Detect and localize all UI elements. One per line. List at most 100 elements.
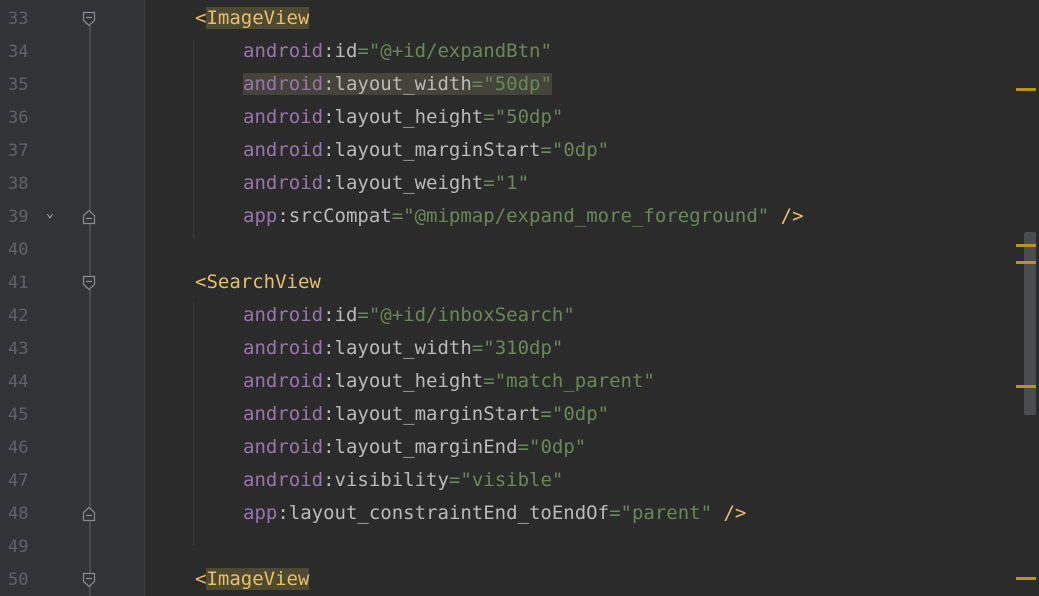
line-number: 40 bbox=[8, 240, 29, 260]
code-line[interactable]: 43 android:layout_width="310dp" bbox=[0, 332, 1039, 365]
code-text[interactable]: android:layout_width="50dp" bbox=[243, 72, 552, 97]
code-text[interactable]: <ImageView bbox=[195, 567, 310, 592]
line-number: 46 bbox=[8, 438, 29, 458]
code-token-ns: android bbox=[243, 403, 324, 425]
fold-close-icon[interactable] bbox=[82, 208, 96, 225]
code-text[interactable]: app:layout_constraintEnd_toEndOf="parent… bbox=[243, 501, 746, 526]
line-number: 50 bbox=[8, 570, 29, 590]
code-line[interactable]: 33 <ImageView bbox=[0, 2, 1039, 35]
fold-close-icon[interactable] bbox=[82, 505, 96, 522]
code-text[interactable]: android:layout_height="50dp" bbox=[243, 105, 563, 130]
line-number: 34 bbox=[8, 42, 29, 62]
code-token-val: "@+id/expandBtn" bbox=[368, 40, 552, 62]
code-token-eq: = bbox=[483, 106, 495, 128]
code-text[interactable]: android:visibility="visible" bbox=[243, 468, 563, 493]
code-token-attr: :id bbox=[323, 304, 358, 326]
code-text[interactable]: <ImageView bbox=[195, 6, 310, 31]
code-token-tag: SearchView bbox=[206, 271, 321, 293]
code-token-eq: = bbox=[357, 304, 369, 326]
code-token-val: "0dp" bbox=[551, 139, 610, 161]
chevron-down-icon[interactable]: ⌄ bbox=[46, 206, 54, 221]
code-text[interactable]: app:srcCompat="@mipmap/expand_more_foreg… bbox=[243, 204, 804, 229]
code-text[interactable]: android:layout_height="match_parent" bbox=[243, 369, 655, 394]
code-token-tag: ImageView bbox=[206, 568, 310, 590]
code-line[interactable]: 34 android:id="@+id/expandBtn" bbox=[0, 35, 1039, 68]
code-line[interactable]: 41 <SearchView bbox=[0, 266, 1039, 299]
code-text[interactable]: android:layout_width="310dp" bbox=[243, 336, 563, 361]
code-editor[interactable]: 33 <ImageView 34 android:id="@+id/expandBtn… bbox=[0, 0, 1039, 596]
error-stripe-marker[interactable] bbox=[1016, 88, 1036, 91]
line-number: 43 bbox=[8, 339, 29, 359]
code-line[interactable]: 48 app:layout_constraintEnd_toEndOf="pare… bbox=[0, 497, 1039, 530]
code-token-eq: = bbox=[391, 205, 404, 227]
code-token-attr: :layout_width bbox=[323, 337, 472, 359]
code-text[interactable]: android:id="@+id/inboxSearch" bbox=[243, 303, 575, 328]
code-text[interactable]: android:layout_marginStart="0dp" bbox=[243, 402, 609, 427]
code-token-ns: app bbox=[243, 502, 278, 524]
code-line[interactable]: 42 android:id="@+id/inboxSearch" bbox=[0, 299, 1039, 332]
code-token-ns: android bbox=[243, 304, 324, 326]
code-token-eq: = bbox=[609, 502, 621, 524]
line-number: 47 bbox=[8, 471, 29, 491]
line-number: 45 bbox=[8, 405, 29, 425]
code-token-eq: = bbox=[448, 469, 461, 491]
code-token-val: "0dp" bbox=[551, 403, 610, 425]
code-line[interactable]: 35 android:layout_width="50dp" bbox=[0, 68, 1039, 101]
code-token-val: "50dp" bbox=[494, 106, 564, 128]
code-token-attr: :layout_height bbox=[323, 106, 484, 128]
code-line[interactable]: 45 android:layout_marginStart="0dp" bbox=[0, 398, 1039, 431]
code-line[interactable]: 44 android:layout_height="match_parent" bbox=[0, 365, 1039, 398]
code-token-ns: android bbox=[243, 73, 324, 95]
code-token-attr: :layout_height bbox=[323, 370, 484, 392]
code-line[interactable]: 40 bbox=[0, 233, 1039, 266]
error-stripe-marker[interactable] bbox=[1016, 244, 1036, 247]
code-token-ns: android bbox=[243, 436, 324, 458]
code-token-eq: = bbox=[483, 370, 495, 392]
code-line[interactable]: 49 bbox=[0, 530, 1039, 563]
code-token-attr: :visibility bbox=[323, 469, 449, 491]
code-token-punct: < bbox=[195, 568, 207, 590]
line-number: 39 bbox=[8, 207, 29, 227]
error-stripe-marker[interactable] bbox=[1016, 261, 1036, 264]
line-number: 49 bbox=[8, 537, 29, 557]
code-line[interactable]: 36 android:layout_height="50dp" bbox=[0, 101, 1039, 134]
code-token-val: "@+id/inboxSearch" bbox=[368, 304, 575, 326]
code-token-eq: = bbox=[357, 40, 369, 62]
code-token-ns: android bbox=[243, 172, 324, 194]
code-token-val: "50dp" bbox=[483, 73, 552, 95]
code-token-eq: = bbox=[471, 73, 484, 95]
code-token-attr: :layout_weight bbox=[323, 172, 484, 194]
code-line[interactable]: 47 android:visibility="visible" bbox=[0, 464, 1039, 497]
code-token-attr: :layout_marginStart bbox=[323, 403, 541, 425]
code-line[interactable]: 38 android:layout_weight="1" bbox=[0, 167, 1039, 200]
code-line[interactable]: 39 ⌄ app:srcCompat="@mipmap/expand_more_fo… bbox=[0, 200, 1039, 233]
code-line[interactable]: 50 <ImageView bbox=[0, 563, 1039, 596]
error-stripe-marker[interactable] bbox=[1016, 385, 1036, 388]
line-number: 42 bbox=[8, 306, 29, 326]
code-line[interactable]: 37 android:layout_marginStart="0dp" bbox=[0, 134, 1039, 167]
line-number: 44 bbox=[8, 372, 29, 392]
line-number: 38 bbox=[8, 174, 29, 194]
code-token-ns: android bbox=[243, 139, 324, 161]
code-token-eq: = bbox=[517, 436, 529, 458]
code-token-attr: :layout_marginStart bbox=[323, 139, 541, 161]
fold-open-icon[interactable] bbox=[82, 571, 96, 588]
code-token-val: "match_parent" bbox=[494, 370, 655, 392]
fold-open-icon[interactable] bbox=[82, 10, 96, 27]
line-number: 35 bbox=[8, 75, 29, 95]
line-number: 37 bbox=[8, 141, 29, 161]
code-text[interactable]: <SearchView bbox=[195, 270, 321, 295]
error-stripe-marker[interactable] bbox=[1016, 577, 1036, 580]
code-text[interactable]: android:layout_weight="1" bbox=[243, 171, 529, 196]
code-token-punct: /> bbox=[712, 502, 747, 524]
code-token-ns: android bbox=[243, 469, 324, 491]
code-text[interactable]: android:layout_marginStart="0dp" bbox=[243, 138, 609, 163]
fold-open-icon[interactable] bbox=[82, 274, 96, 291]
line-number: 33 bbox=[8, 9, 29, 29]
code-text[interactable]: android:layout_marginEnd="0dp" bbox=[243, 435, 586, 460]
code-token-ns: android bbox=[243, 40, 324, 62]
code-token-attr: :layout_marginEnd bbox=[323, 436, 518, 458]
code-text[interactable]: android:id="@+id/expandBtn" bbox=[243, 39, 552, 64]
code-token-attr: :srcCompat bbox=[277, 205, 392, 227]
code-line[interactable]: 46 android:layout_marginEnd="0dp" bbox=[0, 431, 1039, 464]
